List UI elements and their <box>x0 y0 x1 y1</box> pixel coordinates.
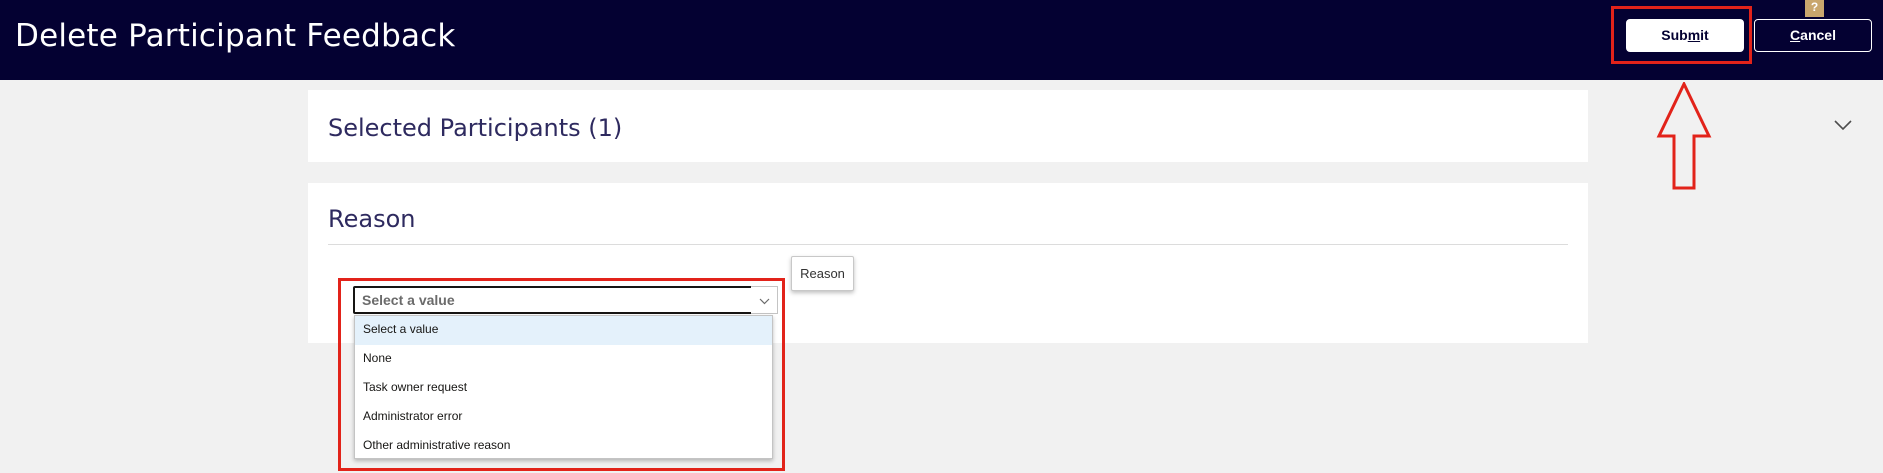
cancel-button[interactable]: Cancel <box>1754 19 1872 52</box>
reason-divider <box>328 244 1568 245</box>
cancel-label-post: ancel <box>1800 27 1836 43</box>
help-icon[interactable]: ? <box>1805 0 1824 17</box>
reason-select-highlight-box <box>338 278 785 471</box>
selected-participants-title: Selected Participants (1) <box>328 114 623 142</box>
page-title: Delete Participant Feedback <box>15 18 456 54</box>
reason-title: Reason <box>328 205 416 233</box>
submit-highlight-box <box>1611 6 1752 64</box>
chevron-down-icon[interactable] <box>1830 112 1856 138</box>
selected-participants-panel: Selected Participants (1) <box>308 90 1852 162</box>
up-arrow-annotation-icon <box>1656 82 1712 190</box>
reason-tooltip: Reason <box>791 256 854 291</box>
header-bar: Delete Participant Feedback <box>0 0 1883 80</box>
cancel-label-mnemonic: C <box>1790 27 1801 43</box>
